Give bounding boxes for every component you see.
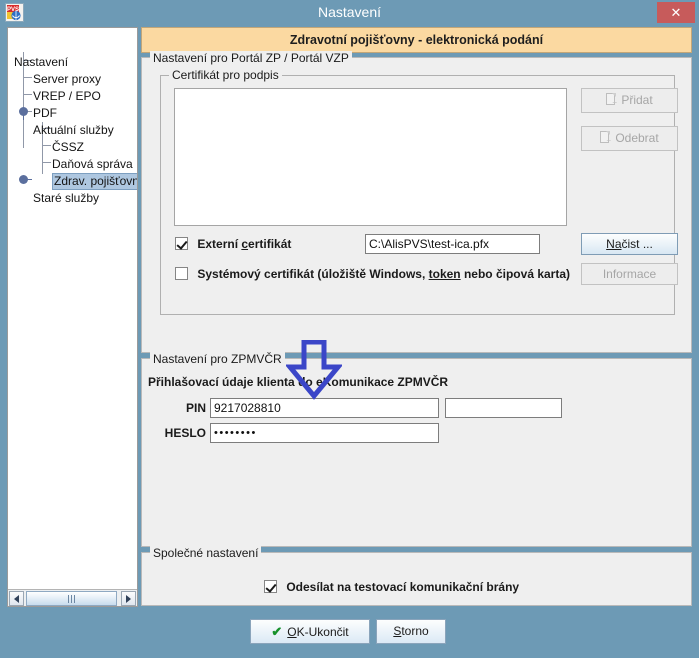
sidebar-item-server-proxy[interactable]: Server proxy bbox=[33, 71, 101, 88]
check-icon: ✔ bbox=[271, 624, 283, 639]
tree-connector bbox=[42, 145, 51, 146]
sidebar-item-aktualni-sluzby[interactable]: Aktuální služby bbox=[33, 122, 114, 139]
add-certificate-button[interactable]: + Přidat bbox=[581, 88, 678, 113]
common-panel-title: Společné nastavení bbox=[150, 546, 262, 560]
zpmvcr-panel-title: Nastavení pro ZPMVČR bbox=[150, 352, 285, 366]
scroll-right-icon[interactable] bbox=[121, 591, 136, 606]
window-title: Nastavení bbox=[317, 4, 382, 20]
sidebar-item-zdrav-pojistovny[interactable]: Zdrav. pojišťovn bbox=[52, 173, 137, 190]
portal-panel-title: Nastavení pro Portál ZP / Portál VZP bbox=[150, 51, 352, 65]
certificate-info-button[interactable]: Informace bbox=[581, 263, 678, 285]
document-add-icon: + bbox=[606, 93, 617, 107]
tree-horizontal-scrollbar[interactable] bbox=[8, 589, 137, 606]
scrollbar-grip-icon bbox=[67, 595, 77, 603]
tree-toggle-stare-sluzby[interactable] bbox=[19, 175, 32, 184]
sidebar-item-danova-sprava[interactable]: Daňová správa bbox=[52, 156, 133, 173]
sidebar-item-cssz[interactable]: ČSSZ bbox=[52, 139, 84, 156]
test-gateway-label: Odesílat na testovací komunikační brány bbox=[286, 580, 520, 594]
page-title: Zdravotní pojišťovny - elektronická podá… bbox=[141, 27, 692, 53]
sidebar-item-vrep-epo[interactable]: VREP / EPO bbox=[33, 88, 101, 105]
add-certificate-label: Přidat bbox=[621, 93, 653, 107]
sidebar-item-stare-sluzby[interactable]: Staré služby bbox=[33, 190, 99, 207]
portal-settings-panel: Nastavení pro Portál ZP / Portál VZP Cer… bbox=[141, 51, 692, 353]
test-gateway-checkbox[interactable] bbox=[264, 580, 277, 593]
sidebar-item-nastaveni[interactable]: Nastavení bbox=[14, 54, 68, 71]
test-gateway-row: Odesílat na testovací komunikační brány bbox=[264, 579, 519, 595]
load-certificate-label: Na bbox=[606, 237, 622, 251]
external-certificate-label: Externí certifikát bbox=[197, 237, 292, 251]
certificate-list[interactable] bbox=[174, 88, 567, 226]
settings-content: Zdravotní pojišťovny - elektronická podá… bbox=[141, 27, 692, 607]
common-settings-panel: Společné nastavení Odesílat na testovací… bbox=[141, 546, 692, 606]
system-certificate-checkbox[interactable] bbox=[175, 267, 188, 280]
system-certificate-label: Systémový certifikát (úložiště Windows, … bbox=[197, 267, 571, 281]
pin-label: PIN bbox=[185, 401, 206, 415]
system-certificate-row: Systémový certifikát (úložiště Windows, … bbox=[175, 266, 570, 282]
ok-button-label: K-Ukončit bbox=[296, 625, 349, 639]
tree-toggle-aktualni-sluzby[interactable] bbox=[19, 107, 28, 120]
settings-window: PVS Nastavení ✕ Nastavení Server proxy V… bbox=[0, 0, 699, 658]
certificate-path-input[interactable]: C:\AlisPVS\test-ica.pfx bbox=[365, 234, 540, 254]
scrollbar-thumb[interactable] bbox=[26, 591, 117, 606]
tree-connector bbox=[23, 77, 32, 78]
pin-extra-input[interactable] bbox=[445, 398, 562, 418]
cancel-button[interactable]: Storno bbox=[376, 619, 446, 644]
zpmvcr-subtitle: Přihlašovací údaje klienta do eKomunikac… bbox=[148, 375, 449, 389]
zpmvcr-settings-panel: Nastavení pro ZPMVČR Přihlašovací údaje … bbox=[141, 352, 692, 547]
scroll-left-icon[interactable] bbox=[9, 591, 24, 606]
document-remove-icon: − bbox=[600, 131, 611, 145]
tree-connector bbox=[23, 94, 32, 95]
cancel-button-label: torno bbox=[401, 624, 429, 638]
settings-tree[interactable]: Nastavení Server proxy VREP / EPO PDF Ak… bbox=[7, 27, 138, 607]
external-certificate-checkbox[interactable] bbox=[175, 237, 188, 250]
certificate-group: Certifikát pro podpis + Přidat − Odebrat… bbox=[160, 68, 678, 315]
external-certificate-row: Externí certifikát bbox=[175, 236, 291, 252]
sidebar-item-pdf[interactable]: PDF bbox=[33, 105, 57, 122]
certificate-group-title: Certifikát pro podpis bbox=[169, 68, 282, 82]
title-bar: PVS Nastavení ✕ bbox=[0, 0, 699, 25]
load-certificate-button[interactable]: Načist ... bbox=[581, 233, 678, 255]
tree-contents: Nastavení Server proxy VREP / EPO PDF Ak… bbox=[8, 28, 137, 589]
tree-connector bbox=[42, 162, 51, 163]
heslo-input[interactable]: •••••••• bbox=[210, 423, 439, 443]
remove-certificate-label: Odebrat bbox=[615, 131, 659, 145]
remove-certificate-button[interactable]: − Odebrat bbox=[581, 126, 678, 151]
ok-button[interactable]: ✔ OK-Ukončit bbox=[250, 619, 370, 644]
heslo-label: HESLO bbox=[164, 426, 206, 440]
close-icon[interactable]: ✕ bbox=[657, 2, 695, 23]
pin-input[interactable]: 9217028810 bbox=[210, 398, 439, 418]
